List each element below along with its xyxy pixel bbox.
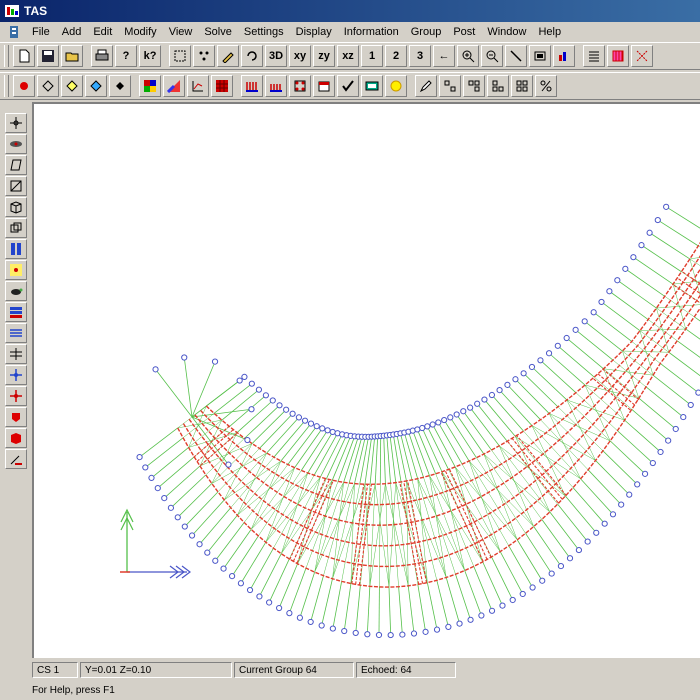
- bar-icon-1[interactable]: [241, 75, 263, 97]
- help-icon[interactable]: ?: [115, 45, 137, 67]
- mesh-icon[interactable]: [631, 45, 653, 67]
- new-icon[interactable]: [13, 45, 35, 67]
- small-squares-icon-2[interactable]: [463, 75, 485, 97]
- mesh-drawing: [120, 203, 700, 639]
- document-icon[interactable]: [6, 24, 22, 40]
- bar-icon-2[interactable]: [265, 75, 287, 97]
- calendar-icon[interactable]: [313, 75, 335, 97]
- help-text: For Help, press F1: [32, 684, 115, 696]
- fit-view-icon[interactable]: [529, 45, 551, 67]
- square-outline-icon[interactable]: [5, 176, 27, 196]
- select-box-icon[interactable]: [169, 45, 191, 67]
- arrow-left-icon[interactable]: ←: [433, 45, 455, 67]
- status-bar: CS 1 Y=0.01 Z=0.10 Current Group 64 Echo…: [32, 660, 700, 680]
- toolbar-grip-2[interactable]: [4, 75, 9, 97]
- blue-stack-icon[interactable]: [5, 302, 27, 322]
- split-icon[interactable]: [5, 344, 27, 364]
- view-2-button[interactable]: 2: [385, 45, 407, 67]
- shape-yellow-icon[interactable]: [61, 75, 83, 97]
- dots-icon[interactable]: [289, 75, 311, 97]
- axis-plot-icon[interactable]: [187, 75, 209, 97]
- menu-window[interactable]: Window: [481, 22, 532, 42]
- small-squares-icon-3[interactable]: [487, 75, 509, 97]
- small-squares-icon-1[interactable]: [439, 75, 461, 97]
- view-xy-button[interactable]: xy: [289, 45, 311, 67]
- main-toolbar: ? k? 3D xy zy xz 1 2 3 ←: [0, 42, 700, 70]
- model-viewport[interactable]: [32, 102, 700, 658]
- red-grid-icon[interactable]: [211, 75, 233, 97]
- context-help-icon[interactable]: k?: [139, 45, 161, 67]
- percent-icon[interactable]: [535, 75, 557, 97]
- menu-view[interactable]: View: [163, 22, 199, 42]
- check-icon[interactable]: [337, 75, 359, 97]
- coordinate-axis: [120, 508, 191, 579]
- chart-icon[interactable]: [553, 45, 575, 67]
- zoom-in-icon[interactable]: [457, 45, 479, 67]
- print-icon[interactable]: [91, 45, 113, 67]
- view-3d-button[interactable]: 3D: [265, 45, 287, 67]
- cube-icon[interactable]: [5, 197, 27, 217]
- secondary-toolbar: [0, 72, 700, 100]
- menu-modify[interactable]: Modify: [118, 22, 162, 42]
- red-shape-icon[interactable]: [5, 407, 27, 427]
- blue-cross-icon[interactable]: [5, 365, 27, 385]
- status-cs: CS 1: [32, 662, 78, 678]
- view-zy-button[interactable]: zy: [313, 45, 335, 67]
- status-group: Current Group 64: [234, 662, 354, 678]
- diamond-black-icon[interactable]: [109, 75, 131, 97]
- lines-icon[interactable]: [5, 323, 27, 343]
- window-title: TAS: [24, 4, 48, 18]
- gradient-icon[interactable]: [163, 75, 185, 97]
- menu-help[interactable]: Help: [532, 22, 567, 42]
- zoom-out-icon[interactable]: [481, 45, 503, 67]
- red-cross-icon[interactable]: [5, 386, 27, 406]
- menu-edit[interactable]: Edit: [87, 22, 118, 42]
- pencil-icon[interactable]: [415, 75, 437, 97]
- cube-stack-icon[interactable]: [5, 218, 27, 238]
- menu-add[interactable]: Add: [56, 22, 88, 42]
- yellow-node-icon[interactable]: [5, 260, 27, 280]
- save-icon[interactable]: [37, 45, 59, 67]
- menu-display[interactable]: Display: [290, 22, 338, 42]
- menu-settings[interactable]: Settings: [238, 22, 290, 42]
- turtle-icon[interactable]: [5, 281, 27, 301]
- shape-blue-icon[interactable]: [85, 75, 107, 97]
- view-3-button[interactable]: 3: [409, 45, 431, 67]
- menu-information[interactable]: Information: [338, 22, 405, 42]
- pick-icon[interactable]: [217, 45, 239, 67]
- menu-post[interactable]: Post: [447, 22, 481, 42]
- sun-icon[interactable]: [385, 75, 407, 97]
- red-cube-icon[interactable]: [5, 428, 27, 448]
- status-echoed: Echoed: 64: [356, 662, 456, 678]
- small-squares-icon-4[interactable]: [511, 75, 533, 97]
- line-node-icon[interactable]: [5, 449, 27, 469]
- view-xz-button[interactable]: xz: [337, 45, 359, 67]
- menu-file[interactable]: File: [26, 22, 56, 42]
- list-icon[interactable]: [583, 45, 605, 67]
- status-coords: Y=0.01 Z=0.10: [80, 662, 232, 678]
- open-icon[interactable]: [61, 45, 83, 67]
- select-nodes-icon[interactable]: [193, 45, 215, 67]
- help-status: For Help, press F1: [0, 680, 700, 700]
- menu-solve[interactable]: Solve: [198, 22, 238, 42]
- toolbar-grip[interactable]: [4, 45, 9, 67]
- eye-icon[interactable]: [5, 134, 27, 154]
- parallelogram-icon[interactable]: [5, 155, 27, 175]
- view-1-button[interactable]: 1: [361, 45, 383, 67]
- menu-group[interactable]: Group: [405, 22, 448, 42]
- shape-outline-icon[interactable]: [37, 75, 59, 97]
- color-map-icon[interactable]: [139, 75, 161, 97]
- app-icon: [5, 5, 19, 17]
- title-bar: TAS: [0, 0, 700, 22]
- grid-icon[interactable]: [607, 45, 629, 67]
- node-red-icon[interactable]: [13, 75, 35, 97]
- blue-bars-icon[interactable]: [5, 239, 27, 259]
- rotate-icon[interactable]: [241, 45, 263, 67]
- crosshair-icon[interactable]: [5, 113, 27, 133]
- display-icon[interactable]: [361, 75, 383, 97]
- menu-bar: File Add Edit Modify View Solve Settings…: [0, 22, 700, 42]
- measure-icon[interactable]: [505, 45, 527, 67]
- side-toolbar: [0, 102, 32, 658]
